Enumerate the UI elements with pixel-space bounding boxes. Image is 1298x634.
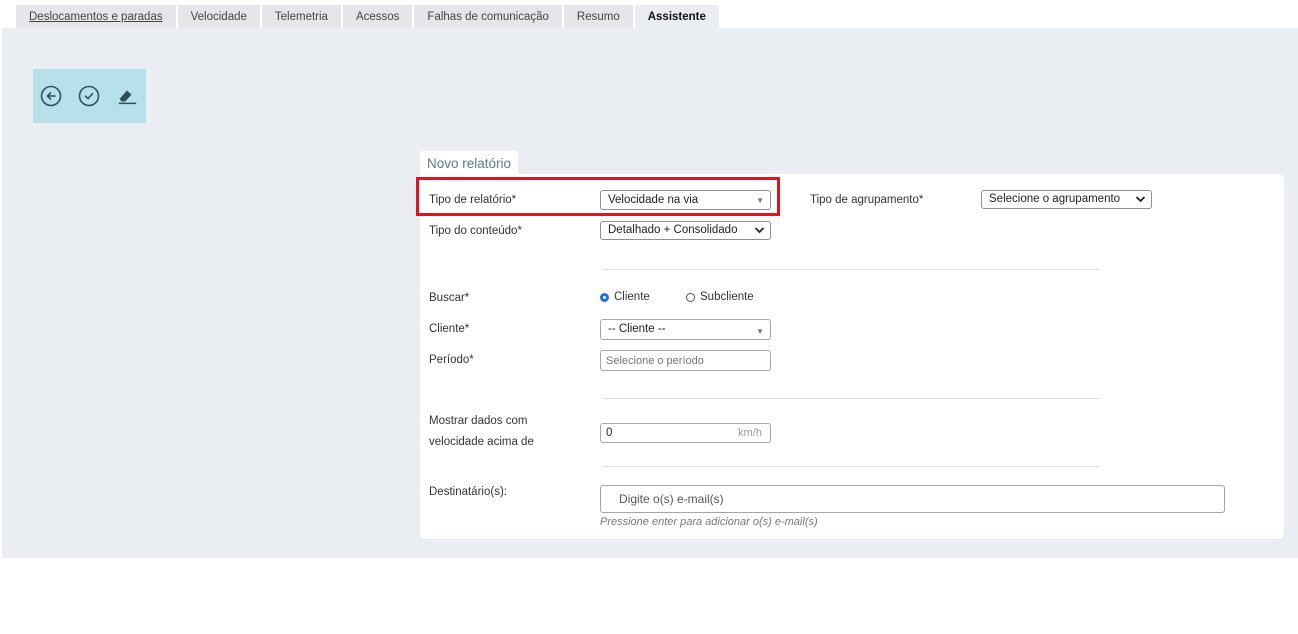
radio-cliente[interactable]: Cliente	[600, 291, 650, 303]
radio-selected-icon	[600, 292, 609, 302]
period-label: Período*	[429, 354, 474, 366]
speed-unit: km/h	[738, 427, 762, 439]
content-type-value: Detalhado + Consolidado	[608, 224, 738, 236]
client-value: -- Cliente --	[608, 323, 666, 335]
tab-falhas[interactable]: Falhas de comunicação	[414, 5, 562, 28]
search-by-label: Buscar*	[429, 292, 470, 304]
speed-input[interactable]: 0 km/h	[600, 423, 771, 443]
eraser-icon[interactable]	[116, 85, 138, 107]
recipients-input[interactable]: Digite o(s) e-mail(s)	[600, 485, 1225, 513]
chevron-down-icon	[754, 227, 765, 234]
toolbar	[33, 69, 146, 123]
new-report-tab: Novo relatório	[420, 151, 519, 175]
highlight-box	[416, 177, 780, 216]
tab-deslocamentos[interactable]: Deslocamentos e paradas	[16, 5, 176, 28]
report-tabs: Deslocamentos e paradas Velocidade Telem…	[16, 5, 719, 28]
chevron-down-icon	[1135, 196, 1146, 203]
tab-telemetria[interactable]: Telemetria	[261, 5, 341, 28]
grouping-type-select[interactable]: Selecione o agrupamento	[981, 190, 1152, 209]
recipients-placeholder: Digite o(s) e-mail(s)	[619, 492, 724, 506]
speed-label-line2: velocidade acima de	[429, 436, 534, 448]
speed-label-line1: Mostrar dados com	[429, 415, 528, 427]
divider	[602, 466, 1100, 467]
divider	[602, 269, 1100, 270]
tab-resumo[interactable]: Resumo	[563, 5, 633, 28]
radio-unselected-icon	[686, 292, 695, 302]
grouping-type-label: Tipo de agrupamento*	[810, 194, 924, 206]
period-input[interactable]	[600, 350, 771, 371]
recipients-hint: Pressione enter para adicionar o(s) e-ma…	[600, 516, 818, 528]
confirm-icon[interactable]	[78, 85, 100, 107]
tab-velocidade[interactable]: Velocidade	[177, 5, 260, 28]
client-select[interactable]: -- Cliente -- ▼	[600, 319, 771, 340]
tab-assistente[interactable]: Assistente	[634, 5, 719, 28]
radio-cliente-label: Cliente	[614, 291, 650, 303]
tab-acessos[interactable]: Acessos	[342, 5, 413, 28]
back-icon[interactable]	[40, 85, 62, 107]
divider	[602, 398, 1100, 399]
radio-subcliente-label: Subcliente	[700, 291, 754, 303]
content-type-label: Tipo do conteúdo*	[429, 225, 522, 237]
radio-subcliente[interactable]: Subcliente	[686, 291, 754, 303]
grouping-type-value: Selecione o agrupamento	[989, 193, 1121, 205]
speed-value: 0	[606, 427, 613, 439]
client-label: Cliente*	[429, 323, 470, 335]
content-type-select[interactable]: Detalhado + Consolidado	[600, 221, 771, 240]
caret-down-icon: ▼	[756, 327, 764, 336]
recipients-label: Destinatário(s):	[429, 486, 507, 498]
